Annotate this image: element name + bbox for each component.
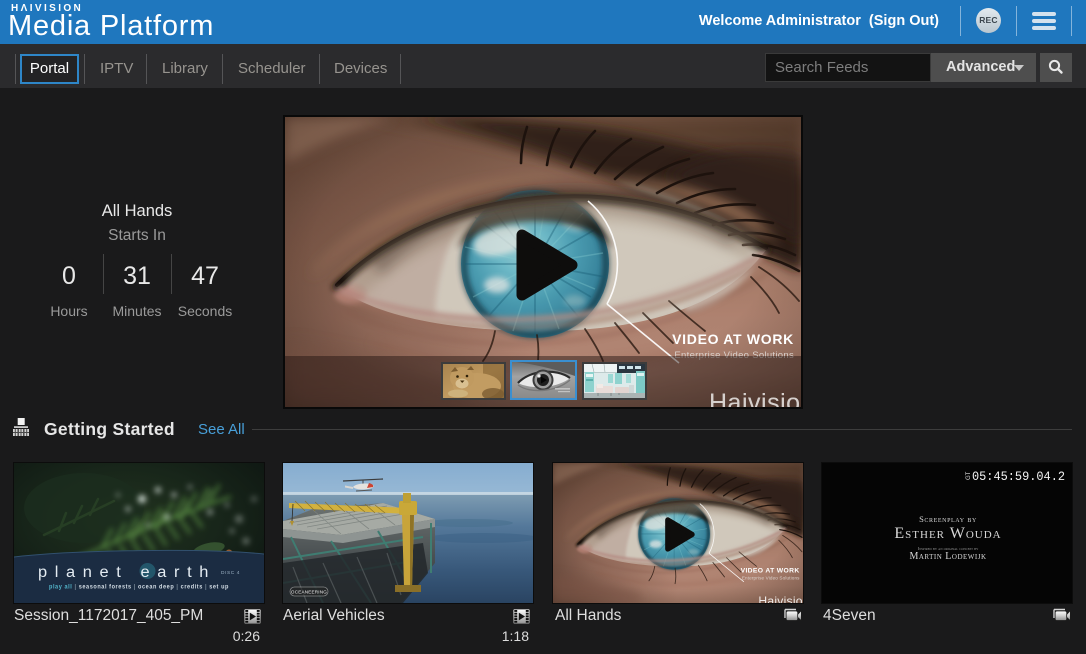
svg-text:Haivision: Haivision <box>709 389 801 407</box>
